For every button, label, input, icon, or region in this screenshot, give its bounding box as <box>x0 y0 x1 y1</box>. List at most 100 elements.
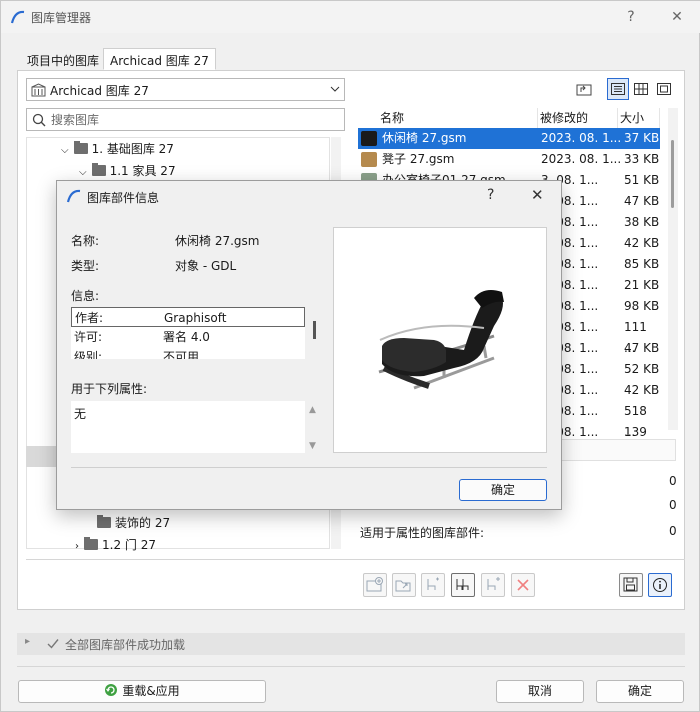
expand-icon[interactable]: ▸ <box>25 636 30 647</box>
applies-value: 0 <box>669 524 677 538</box>
type-label: 类型: <box>71 259 100 273</box>
name-value: 休闲椅 27.gsm <box>175 234 260 248</box>
save-button[interactable] <box>619 573 643 597</box>
open-folder-button[interactable] <box>392 573 416 597</box>
open-folder-icon <box>395 580 411 592</box>
divider <box>17 666 685 667</box>
info-scrollbar-thumb[interactable] <box>313 321 316 339</box>
library-combo-value: Archicad 图库 27 <box>50 84 149 98</box>
add-folder-icon <box>366 577 383 592</box>
grid-view-icon <box>634 83 648 95</box>
window-title: 图库管理器 <box>31 11 92 25</box>
grid-view-button[interactable] <box>630 78 652 100</box>
list-scrollbar[interactable] <box>668 108 678 430</box>
tab-archicad-library[interactable]: Archicad 图库 27 <box>103 48 216 70</box>
search-icon <box>32 113 46 127</box>
ok-button[interactable]: 确定 <box>596 680 684 703</box>
up-folder-button[interactable] <box>573 78 595 100</box>
search-box <box>26 108 345 131</box>
info-icon <box>653 578 667 592</box>
info-value: 署名 4.0 <box>163 330 210 344</box>
chevron-down-icon[interactable]: ⌵ <box>61 145 69 156</box>
tree-item[interactable]: 装饰的 27 <box>97 512 170 534</box>
close-button[interactable]: ✕ <box>666 7 688 27</box>
applies-label: 适用于属性的图库部件: <box>360 526 485 540</box>
library-combo[interactable]: Archicad 图库 27 <box>26 78 345 101</box>
status-bar: ▸ 全部图库部件成功加载 <box>17 633 685 655</box>
chairs-icon <box>456 579 469 590</box>
lounge-chair-preview-icon <box>378 290 504 390</box>
info-row[interactable]: 级别: 不可用 <box>71 347 305 359</box>
column-header-name[interactable]: 名称 <box>380 108 538 128</box>
dialog-help-button[interactable]: ? <box>487 187 494 203</box>
preview-view-button[interactable] <box>653 78 675 100</box>
search-input[interactable] <box>49 111 329 128</box>
table-row[interactable]: 休闲椅 27.gsm 2023. 08. 1... 37 KB <box>358 128 660 149</box>
add-chair-button[interactable] <box>481 573 505 597</box>
preview-view-icon <box>657 83 671 95</box>
delete-button[interactable] <box>511 573 535 597</box>
chair-add-icon <box>487 577 500 590</box>
cell-size: 47 KB <box>624 341 660 355</box>
title-bar: 图库管理器 ? ✕ <box>1 1 700 33</box>
tree-item[interactable]: › 1.2 门 27 <box>75 534 156 556</box>
column-header-modified[interactable]: 被修改的 <box>540 108 618 128</box>
tab-project-libraries[interactable]: 项目中的图库 <box>20 48 106 70</box>
cell-modified: 2023. 08. 1... <box>541 152 622 166</box>
cell-size: 38 KB <box>624 215 660 229</box>
info-label: 信息: <box>71 289 100 303</box>
name-label: 名称: <box>71 234 100 248</box>
scroll-up-icon[interactable]: ▲ <box>309 405 316 415</box>
archicad-logo-icon <box>10 10 25 24</box>
library-part-info-dialog: 图库部件信息 ? ✕ 名称: 休闲椅 27.gsm 类型: 对象 - GDL 信… <box>56 180 562 510</box>
cell-size: 85 KB <box>624 257 660 271</box>
info-button[interactable] <box>648 573 672 597</box>
cell-modified: 2023. 08. 1... <box>541 131 622 145</box>
tree-item[interactable]: ⌵ 1.1 家具 27 <box>79 160 176 182</box>
cell-size: 42 KB <box>624 236 660 250</box>
chevron-right-icon[interactable]: › <box>75 541 79 552</box>
chevron-down-icon[interactable]: ⌵ <box>79 167 87 178</box>
used-for-value: 无 <box>74 407 87 421</box>
used-for-label: 用于下列属性: <box>71 382 148 396</box>
scroll-down-icon[interactable]: ▼ <box>309 441 316 451</box>
folder-up-icon <box>576 84 592 96</box>
list-scrollbar-thumb[interactable] <box>671 140 674 208</box>
folder-icon <box>73 141 88 154</box>
cell-size: 42 KB <box>624 383 660 397</box>
reload-apply-button[interactable]: 重载&应用 <box>18 680 266 703</box>
part-preview <box>333 227 547 453</box>
dialog-ok-button[interactable]: 确定 <box>459 479 547 501</box>
list-view-icon <box>611 83 625 95</box>
count-value-2: 0 <box>669 498 677 512</box>
cancel-button[interactable]: 取消 <box>496 680 584 703</box>
chair-icon <box>427 577 439 590</box>
info-row[interactable]: 作者: Graphisoft <box>71 307 305 327</box>
cell-name: 凳子 27.gsm <box>382 152 455 166</box>
multi-chair-button[interactable] <box>451 573 475 597</box>
library-icon <box>31 83 46 97</box>
object-thumbnail-icon <box>361 131 377 146</box>
dialog-close-button[interactable]: ✕ <box>531 186 544 204</box>
folder-icon <box>91 163 106 176</box>
reload-apply-label: 重载&应用 <box>122 684 180 698</box>
info-list[interactable]: 作者: Graphisoft 许可: 署名 4.0 级别: 不可用 <box>71 307 305 359</box>
add-part-button[interactable] <box>363 573 387 597</box>
cell-size: 21 KB <box>624 278 660 292</box>
used-for-box: 无 <box>71 401 305 453</box>
info-value: 不可用 <box>163 350 200 359</box>
save-icon <box>623 577 638 592</box>
column-header-size[interactable]: 大小 <box>620 108 660 128</box>
folder-icon <box>97 515 111 528</box>
check-icon <box>47 639 59 649</box>
place-object-button[interactable] <box>421 573 445 597</box>
table-row[interactable]: 凳子 27.gsm 2023. 08. 1... 33 KB <box>358 149 660 170</box>
folder-icon <box>84 537 98 550</box>
list-view-button[interactable] <box>607 78 629 100</box>
tree-item[interactable]: ⌵ 1. 基础图库 27 <box>61 138 174 160</box>
cell-size: 47 KB <box>624 194 660 208</box>
help-button[interactable]: ? <box>620 7 642 27</box>
cell-size: 51 KB <box>624 173 660 187</box>
status-text: 全部图库部件成功加载 <box>65 638 186 652</box>
info-row[interactable]: 许可: 署名 4.0 <box>71 327 305 347</box>
